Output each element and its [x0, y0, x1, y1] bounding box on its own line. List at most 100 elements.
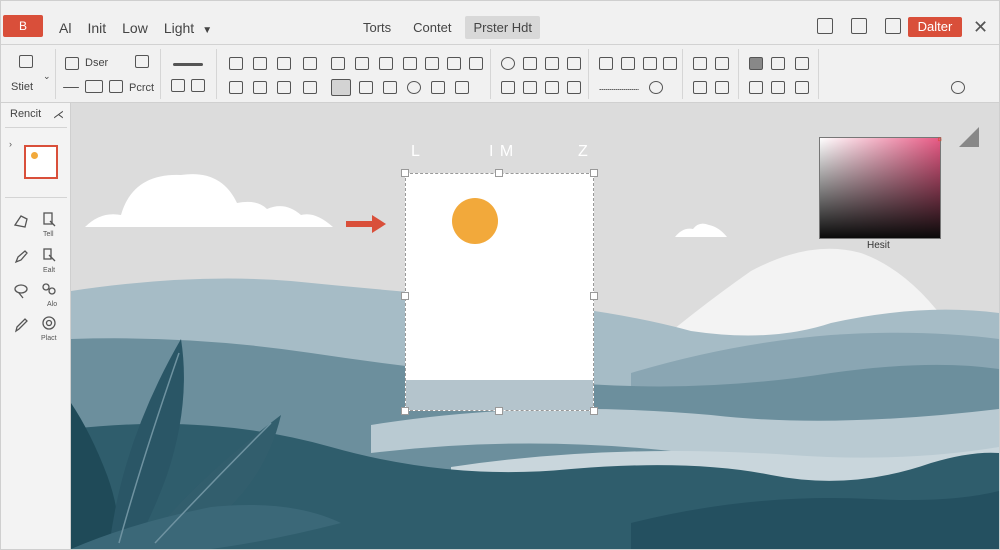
eraser-icon[interactable] [253, 57, 267, 70]
frame-icon[interactable] [447, 57, 461, 70]
sun-shape[interactable] [452, 198, 498, 244]
layout-icon[interactable] [851, 18, 867, 34]
path-icon[interactable] [455, 81, 469, 94]
canvas[interactable]: L I M Z ¤ Hesit [71, 103, 999, 549]
columns-icon[interactable] [749, 81, 763, 94]
layers-icon[interactable] [545, 57, 559, 70]
shape-tool-icon[interactable] [13, 213, 29, 229]
dotted-line-icon[interactable] [599, 89, 639, 90]
wave-icon[interactable] [469, 57, 483, 70]
color-picker-field[interactable]: ¤ [819, 135, 942, 239]
tool-label-1: Tell [43, 231, 54, 238]
color-swatch-icon[interactable] [749, 57, 763, 70]
fill-icon[interactable] [171, 79, 185, 92]
chevron-down-icon[interactable]: ⌄ [43, 71, 51, 82]
tab-contet[interactable]: Contet [405, 16, 459, 39]
resize-handle-r[interactable] [590, 292, 598, 300]
resize-handle-tr[interactable] [590, 169, 598, 177]
pencil-tool-icon[interactable] [13, 317, 29, 333]
lasso-tool-icon[interactable] [13, 283, 29, 299]
ruler-label-right: Z [578, 143, 589, 160]
window-actions [817, 18, 901, 34]
pen-tool-icon[interactable] [65, 57, 79, 70]
close-icon[interactable]: ✕ [973, 17, 988, 38]
tag-icon[interactable] [643, 57, 657, 70]
panel-collapse-icon[interactable]: ⋌ [53, 108, 64, 121]
copy-icon[interactable] [715, 57, 729, 70]
menu-item-light[interactable]: Light ▼ [164, 20, 212, 36]
paragraph-icon[interactable] [795, 81, 809, 94]
resize-handle-l[interactable] [401, 292, 409, 300]
duplicate-icon[interactable] [693, 57, 707, 70]
stroke-width-icon[interactable] [173, 63, 203, 66]
menu-item-al[interactable]: Al [59, 20, 71, 36]
chain-icon[interactable] [621, 57, 635, 70]
brush-icon[interactable] [191, 79, 205, 92]
app-menu-button[interactable]: B [3, 15, 43, 37]
gear-icon[interactable] [951, 81, 965, 94]
export-button[interactable]: Dalter [908, 17, 962, 37]
color-picker-marker[interactable]: ¤ [938, 135, 942, 144]
resize-handle-tl[interactable] [401, 169, 409, 177]
paste-icon[interactable] [693, 81, 707, 94]
crop-icon[interactable] [403, 57, 417, 70]
panel-corner-icon[interactable] [959, 127, 979, 147]
view-icon[interactable] [523, 57, 537, 70]
pen-tool-icon[interactable] [13, 249, 29, 265]
link-icon[interactable] [599, 57, 613, 70]
text-box-icon[interactable] [331, 79, 351, 96]
link-tool-icon[interactable] [41, 281, 57, 297]
text-tool-icon[interactable] [41, 211, 57, 227]
bezier-icon[interactable] [277, 57, 291, 70]
numbered-list-icon[interactable] [771, 81, 785, 94]
page-icon[interactable] [135, 55, 149, 68]
bullets-icon[interactable] [795, 57, 809, 70]
align-icon[interactable] [253, 81, 267, 94]
transform-icon[interactable] [431, 81, 445, 94]
pencil-icon[interactable] [229, 57, 243, 70]
target-tool-icon[interactable] [41, 315, 57, 331]
share-icon[interactable] [817, 18, 833, 34]
list-icon[interactable] [771, 57, 785, 70]
file-icon[interactable] [383, 81, 397, 94]
ungroup-icon[interactable] [567, 81, 581, 94]
spray-icon[interactable] [303, 81, 317, 94]
search-icon[interactable] [501, 57, 515, 70]
resize-handle-t[interactable] [495, 169, 503, 177]
bucket-icon[interactable] [229, 81, 243, 94]
resize-handle-bl[interactable] [401, 407, 409, 415]
image-icon[interactable] [567, 57, 581, 70]
resize-handle-br[interactable] [590, 407, 598, 415]
home-icon[interactable] [19, 55, 33, 68]
ribbon-group-shapes [219, 49, 491, 99]
curve-icon[interactable] [85, 80, 103, 93]
thumbnail-expand-icon[interactable]: › [9, 139, 12, 149]
distribute-icon[interactable] [523, 81, 537, 94]
settings-icon[interactable] [885, 18, 901, 34]
tab-prster-hdt[interactable]: Prster Hdt [465, 16, 540, 39]
menu-item-init[interactable]: Init [87, 20, 106, 36]
grid-icon[interactable] [501, 81, 515, 94]
tab-torts[interactable]: Torts [355, 16, 399, 39]
lasso-icon[interactable] [331, 57, 345, 70]
info-icon[interactable] [407, 81, 421, 94]
edit-tool-icon[interactable] [41, 247, 57, 263]
tool-label-2: Ealt [43, 267, 56, 274]
menu-item-low[interactable]: Low [122, 20, 148, 36]
scissors-icon[interactable] [359, 81, 373, 94]
line-icon[interactable] [63, 87, 79, 88]
clock-icon[interactable] [649, 81, 663, 94]
selected-artboard[interactable] [405, 173, 594, 411]
slide-thumbnail[interactable] [24, 145, 58, 179]
group-icon[interactable] [545, 81, 559, 94]
rectangle-icon[interactable] [355, 57, 369, 70]
parallelogram-icon[interactable] [379, 57, 393, 70]
note-icon[interactable] [663, 57, 677, 70]
triangle-icon[interactable] [109, 80, 123, 93]
marker-icon[interactable] [303, 57, 317, 70]
feather-icon[interactable] [277, 81, 291, 94]
clipboard-icon[interactable] [715, 81, 729, 94]
document-icon[interactable] [425, 57, 439, 70]
resize-handle-b[interactable] [495, 407, 503, 415]
panel-divider [5, 197, 67, 198]
